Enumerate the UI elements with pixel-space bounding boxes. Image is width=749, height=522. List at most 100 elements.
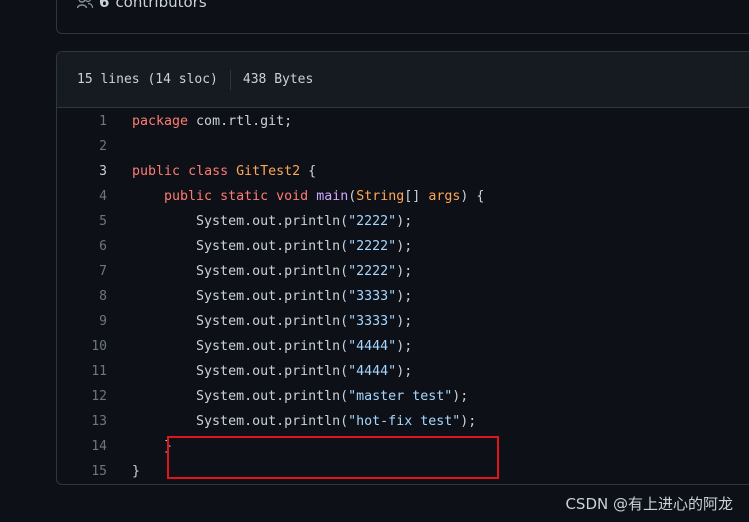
code-line: 12 System.out.println("master test"); xyxy=(57,384,749,409)
code-token: ); xyxy=(396,239,413,254)
line-number[interactable]: 6 xyxy=(57,234,107,259)
code-token: ); xyxy=(396,364,413,379)
file-info-header: 15 lines (14 sloc) 438 Bytes xyxy=(57,52,749,108)
line-number[interactable]: 2 xyxy=(57,134,107,159)
code-text: System.out.println("master test"); xyxy=(107,384,468,409)
code-token: ); xyxy=(396,314,413,329)
code-token: static xyxy=(220,189,269,204)
line-number[interactable]: 13 xyxy=(57,409,107,434)
code-text: System.out.println("4444"); xyxy=(107,334,412,359)
code-token: System.out.println( xyxy=(132,289,349,304)
code-text: System.out.println("4444"); xyxy=(107,359,412,384)
code-line: 7 System.out.println("2222"); xyxy=(57,259,749,284)
code-token: "2222" xyxy=(348,214,397,229)
header-divider xyxy=(229,69,231,90)
code-token: void xyxy=(276,189,309,204)
code-line: 1 package com.rtl.git; xyxy=(57,109,749,134)
code-line: 5 System.out.println("2222"); xyxy=(57,209,749,234)
code-line: 6 System.out.println("2222"); xyxy=(57,234,749,259)
code-token: "2222" xyxy=(348,264,397,279)
line-number[interactable]: 12 xyxy=(57,384,107,409)
code-line: 10 System.out.println("4444"); xyxy=(57,334,749,359)
line-number[interactable]: 10 xyxy=(57,334,107,359)
code-token: [] xyxy=(404,189,429,204)
code-token: ); xyxy=(396,289,413,304)
red-annotation-box xyxy=(167,436,499,479)
code-token: main xyxy=(316,189,349,204)
code-text: } xyxy=(107,459,140,484)
file-viewer: 15 lines (14 sloc) 438 Bytes 1 package co… xyxy=(56,51,749,485)
contributors-box: 6 contributors xyxy=(56,0,749,34)
code-text: System.out.println("2222"); xyxy=(107,259,412,284)
code-token: ); xyxy=(396,339,413,354)
code-line: 11 System.out.println("4444"); xyxy=(57,359,749,384)
csdn-watermark: CSDN @有上进心的阿龙 xyxy=(565,495,733,513)
code-text: public static void main(String[] args) { xyxy=(107,184,484,209)
code-token: package xyxy=(132,114,189,129)
line-number[interactable]: 1 xyxy=(57,109,107,134)
code-token: "3333" xyxy=(348,314,397,329)
contributors-link[interactable]: 6 contributors xyxy=(76,0,207,11)
code-token: public xyxy=(132,164,181,179)
code-text: } xyxy=(107,434,172,459)
code-token: GitTest2 xyxy=(236,164,301,179)
contributors-label: contributors xyxy=(115,0,207,11)
code-token: "2222" xyxy=(348,239,397,254)
line-number[interactable]: 5 xyxy=(57,209,107,234)
code-token: System.out.println( xyxy=(132,214,349,229)
code-token: String xyxy=(356,189,405,204)
code-text: System.out.println("2222"); xyxy=(107,234,412,259)
line-number[interactable]: 3 xyxy=(57,159,107,184)
line-number[interactable]: 15 xyxy=(57,459,107,484)
code-token: "master test" xyxy=(348,389,453,404)
code-text: package com.rtl.git; xyxy=(107,109,292,134)
contributors-count: 6 xyxy=(99,0,110,11)
code-token: public xyxy=(164,189,213,204)
code-text: System.out.println("3333"); xyxy=(107,284,412,309)
code-token: System.out.println( xyxy=(132,264,349,279)
code-token: System.out.println( xyxy=(132,414,349,429)
file-size: 438 Bytes xyxy=(242,72,314,87)
file-lines-info: 15 lines (14 sloc) xyxy=(77,72,218,87)
code-token: ); xyxy=(396,214,413,229)
code-token: ); xyxy=(452,389,469,404)
line-number[interactable]: 4 xyxy=(57,184,107,209)
code-token: System.out.println( xyxy=(132,389,349,404)
code-line: 4 public static void main(String[] args)… xyxy=(57,184,749,209)
code-line: 3 public class GitTest2 { xyxy=(57,159,749,184)
code-token: System.out.println( xyxy=(132,364,349,379)
code-token: } xyxy=(132,464,141,479)
code-token: "4444" xyxy=(348,339,397,354)
page: 6 contributors 15 lines (14 sloc) 438 By… xyxy=(0,0,749,522)
line-number[interactable]: 14 xyxy=(57,434,107,459)
code-token: args xyxy=(428,189,461,204)
code-text: public class GitTest2 { xyxy=(107,159,316,184)
code-line: 13 System.out.println("hot-fix test"); xyxy=(57,409,749,434)
code-line: 8 System.out.println("3333"); xyxy=(57,284,749,309)
code-line: 9 System.out.println("3333"); xyxy=(57,309,749,334)
code-text: System.out.println("3333"); xyxy=(107,309,412,334)
line-number[interactable]: 7 xyxy=(57,259,107,284)
code-token: ); xyxy=(396,264,413,279)
line-number[interactable]: 8 xyxy=(57,284,107,309)
code-line: 2 xyxy=(57,134,749,159)
code-listing: 1 package com.rtl.git; 2 3 public class GitT… xyxy=(57,108,749,484)
code-token: System.out.println( xyxy=(132,239,349,254)
line-number[interactable]: 11 xyxy=(57,359,107,384)
code-token: class xyxy=(188,164,229,179)
code-text: System.out.println("2222"); xyxy=(107,209,412,234)
people-icon xyxy=(76,0,94,9)
code-token: System.out.println( xyxy=(132,314,349,329)
code-token: "4444" xyxy=(348,364,397,379)
code-token: { xyxy=(300,164,317,179)
line-number[interactable]: 9 xyxy=(57,309,107,334)
code-text: System.out.println("hot-fix test"); xyxy=(107,409,476,434)
code-token: "hot-fix test" xyxy=(348,414,461,429)
